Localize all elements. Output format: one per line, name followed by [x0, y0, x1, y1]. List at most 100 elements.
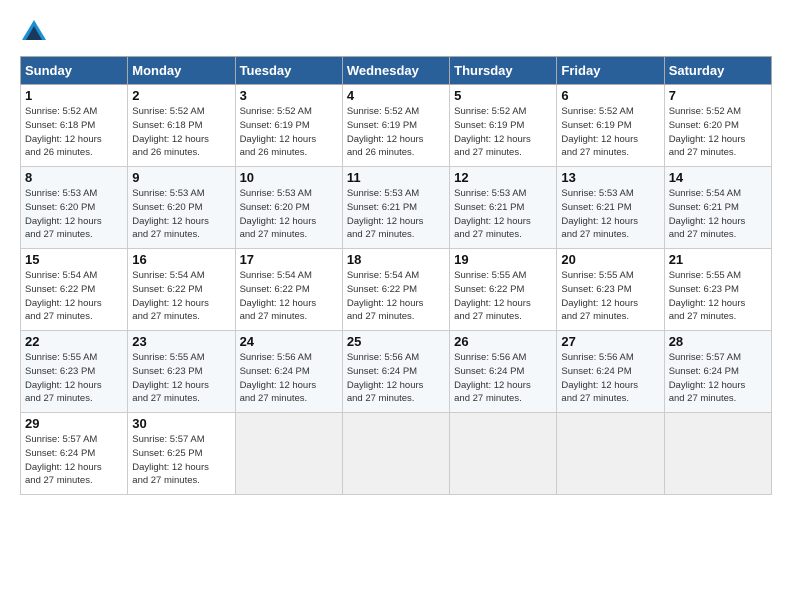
- calendar-week-row: 15 Sunrise: 5:54 AMSunset: 6:22 PMDayligh…: [21, 249, 772, 331]
- calendar-cell: 1 Sunrise: 5:52 AMSunset: 6:18 PMDaylight…: [21, 85, 128, 167]
- day-number: 15: [25, 252, 123, 267]
- calendar-cell: [557, 413, 664, 495]
- calendar-cell: 20 Sunrise: 5:55 AMSunset: 6:23 PMDayligh…: [557, 249, 664, 331]
- calendar-header-monday: Monday: [128, 57, 235, 85]
- calendar-cell: 13 Sunrise: 5:53 AMSunset: 6:21 PMDayligh…: [557, 167, 664, 249]
- day-number: 27: [561, 334, 659, 349]
- day-number: 13: [561, 170, 659, 185]
- calendar-cell: 22 Sunrise: 5:55 AMSunset: 6:23 PMDayligh…: [21, 331, 128, 413]
- calendar-cell: [664, 413, 771, 495]
- day-number: 28: [669, 334, 767, 349]
- day-info: Sunrise: 5:55 AMSunset: 6:23 PMDaylight:…: [669, 269, 767, 324]
- calendar-header-thursday: Thursday: [450, 57, 557, 85]
- day-info: Sunrise: 5:52 AMSunset: 6:19 PMDaylight:…: [240, 105, 338, 160]
- calendar-cell: 17 Sunrise: 5:54 AMSunset: 6:22 PMDayligh…: [235, 249, 342, 331]
- day-number: 16: [132, 252, 230, 267]
- day-number: 9: [132, 170, 230, 185]
- calendar-cell: 25 Sunrise: 5:56 AMSunset: 6:24 PMDayligh…: [342, 331, 449, 413]
- calendar-cell: 10 Sunrise: 5:53 AMSunset: 6:20 PMDayligh…: [235, 167, 342, 249]
- calendar-header-friday: Friday: [557, 57, 664, 85]
- calendar-cell: [342, 413, 449, 495]
- day-number: 18: [347, 252, 445, 267]
- day-number: 4: [347, 88, 445, 103]
- day-number: 12: [454, 170, 552, 185]
- day-info: Sunrise: 5:52 AMSunset: 6:18 PMDaylight:…: [132, 105, 230, 160]
- calendar-cell: 6Sunrise: 5:52 AMSunset: 6:19 PMDaylight…: [557, 85, 664, 167]
- day-number: 20: [561, 252, 659, 267]
- calendar-cell: 27 Sunrise: 5:56 AMSunset: 6:24 PMDayligh…: [557, 331, 664, 413]
- calendar-cell: [235, 413, 342, 495]
- day-number: 22: [25, 334, 123, 349]
- calendar-cell: 21 Sunrise: 5:55 AMSunset: 6:23 PMDayligh…: [664, 249, 771, 331]
- calendar-cell: 3 Sunrise: 5:52 AMSunset: 6:19 PMDaylight…: [235, 85, 342, 167]
- calendar-cell: 7Sunrise: 5:52 AMSunset: 6:20 PMDaylight…: [664, 85, 771, 167]
- calendar-cell: 16Sunrise: 5:54 AMSunset: 6:22 PMDayligh…: [128, 249, 235, 331]
- day-info: Sunrise: 5:54 AMSunset: 6:22 PMDaylight:…: [25, 269, 123, 324]
- calendar-cell: 14 Sunrise: 5:54 AMSunset: 6:21 PMDayligh…: [664, 167, 771, 249]
- calendar-cell: 9 Sunrise: 5:53 AMSunset: 6:20 PMDaylight…: [128, 167, 235, 249]
- calendar-week-row: 29 Sunrise: 5:57 AMSunset: 6:24 PMDayligh…: [21, 413, 772, 495]
- day-info: Sunrise: 5:55 AMSunset: 6:23 PMDaylight:…: [561, 269, 659, 324]
- calendar-cell: 15 Sunrise: 5:54 AMSunset: 6:22 PMDayligh…: [21, 249, 128, 331]
- day-number: 21: [669, 252, 767, 267]
- day-number: 14: [669, 170, 767, 185]
- calendar-header-wednesday: Wednesday: [342, 57, 449, 85]
- day-info: Sunrise: 5:52 AMSunset: 6:19 PMDaylight:…: [347, 105, 445, 160]
- calendar-cell: 5 Sunrise: 5:52 AMSunset: 6:19 PMDaylight…: [450, 85, 557, 167]
- logo: [20, 18, 52, 46]
- day-info: Sunrise: 5:56 AMSunset: 6:24 PMDaylight:…: [347, 351, 445, 406]
- header: [20, 18, 772, 46]
- day-number: 10: [240, 170, 338, 185]
- day-info: Sunrise: 5:53 AMSunset: 6:20 PMDaylight:…: [240, 187, 338, 242]
- calendar-cell: 23 Sunrise: 5:55 AMSunset: 6:23 PMDayligh…: [128, 331, 235, 413]
- day-info: Sunrise: 5:54 AMSunset: 6:22 PMDaylight:…: [240, 269, 338, 324]
- calendar-cell: 30Sunrise: 5:57 AMSunset: 6:25 PMDayligh…: [128, 413, 235, 495]
- day-number: 11: [347, 170, 445, 185]
- day-info: Sunrise: 5:56 AMSunset: 6:24 PMDaylight:…: [240, 351, 338, 406]
- calendar-header-tuesday: Tuesday: [235, 57, 342, 85]
- day-number: 7: [669, 88, 767, 103]
- calendar-week-row: 22 Sunrise: 5:55 AMSunset: 6:23 PMDayligh…: [21, 331, 772, 413]
- day-number: 23: [132, 334, 230, 349]
- day-number: 26: [454, 334, 552, 349]
- calendar-cell: 28 Sunrise: 5:57 AMSunset: 6:24 PMDayligh…: [664, 331, 771, 413]
- day-info: Sunrise: 5:53 AMSunset: 6:21 PMDaylight:…: [454, 187, 552, 242]
- calendar-cell: 11 Sunrise: 5:53 AMSunset: 6:21 PMDayligh…: [342, 167, 449, 249]
- day-info: Sunrise: 5:55 AMSunset: 6:23 PMDaylight:…: [132, 351, 230, 406]
- day-info: Sunrise: 5:53 AMSunset: 6:20 PMDaylight:…: [132, 187, 230, 242]
- calendar-week-row: 1 Sunrise: 5:52 AMSunset: 6:18 PMDaylight…: [21, 85, 772, 167]
- day-number: 25: [347, 334, 445, 349]
- day-info: Sunrise: 5:54 AMSunset: 6:21 PMDaylight:…: [669, 187, 767, 242]
- calendar-header-saturday: Saturday: [664, 57, 771, 85]
- calendar-table: SundayMondayTuesdayWednesdayThursdayFrid…: [20, 56, 772, 495]
- calendar-cell: 8 Sunrise: 5:53 AMSunset: 6:20 PMDaylight…: [21, 167, 128, 249]
- day-info: Sunrise: 5:57 AMSunset: 6:25 PMDaylight:…: [132, 433, 230, 488]
- calendar-cell: 26 Sunrise: 5:56 AMSunset: 6:24 PMDayligh…: [450, 331, 557, 413]
- day-number: 17: [240, 252, 338, 267]
- day-info: Sunrise: 5:56 AMSunset: 6:24 PMDaylight:…: [561, 351, 659, 406]
- calendar-header-row: SundayMondayTuesdayWednesdayThursdayFrid…: [21, 57, 772, 85]
- day-info: Sunrise: 5:55 AMSunset: 6:23 PMDaylight:…: [25, 351, 123, 406]
- calendar-cell: 19 Sunrise: 5:55 AMSunset: 6:22 PMDayligh…: [450, 249, 557, 331]
- day-number: 3: [240, 88, 338, 103]
- day-info: Sunrise: 5:54 AMSunset: 6:22 PMDaylight:…: [347, 269, 445, 324]
- day-number: 2: [132, 88, 230, 103]
- day-info: Sunrise: 5:53 AMSunset: 6:21 PMDaylight:…: [347, 187, 445, 242]
- day-number: 8: [25, 170, 123, 185]
- day-info: Sunrise: 5:57 AMSunset: 6:24 PMDaylight:…: [669, 351, 767, 406]
- day-info: Sunrise: 5:53 AMSunset: 6:20 PMDaylight:…: [25, 187, 123, 242]
- calendar-cell: 18 Sunrise: 5:54 AMSunset: 6:22 PMDayligh…: [342, 249, 449, 331]
- calendar-cell: 12 Sunrise: 5:53 AMSunset: 6:21 PMDayligh…: [450, 167, 557, 249]
- day-number: 1: [25, 88, 123, 103]
- day-number: 19: [454, 252, 552, 267]
- calendar-header-sunday: Sunday: [21, 57, 128, 85]
- day-info: Sunrise: 5:52 AMSunset: 6:18 PMDaylight:…: [25, 105, 123, 160]
- day-number: 29: [25, 416, 123, 431]
- day-info: Sunrise: 5:52 AMSunset: 6:19 PMDaylight:…: [454, 105, 552, 160]
- day-number: 5: [454, 88, 552, 103]
- day-info: Sunrise: 5:52 AMSunset: 6:19 PMDaylight:…: [561, 105, 659, 160]
- day-info: Sunrise: 5:56 AMSunset: 6:24 PMDaylight:…: [454, 351, 552, 406]
- day-info: Sunrise: 5:55 AMSunset: 6:22 PMDaylight:…: [454, 269, 552, 324]
- day-info: Sunrise: 5:53 AMSunset: 6:21 PMDaylight:…: [561, 187, 659, 242]
- day-info: Sunrise: 5:57 AMSunset: 6:24 PMDaylight:…: [25, 433, 123, 488]
